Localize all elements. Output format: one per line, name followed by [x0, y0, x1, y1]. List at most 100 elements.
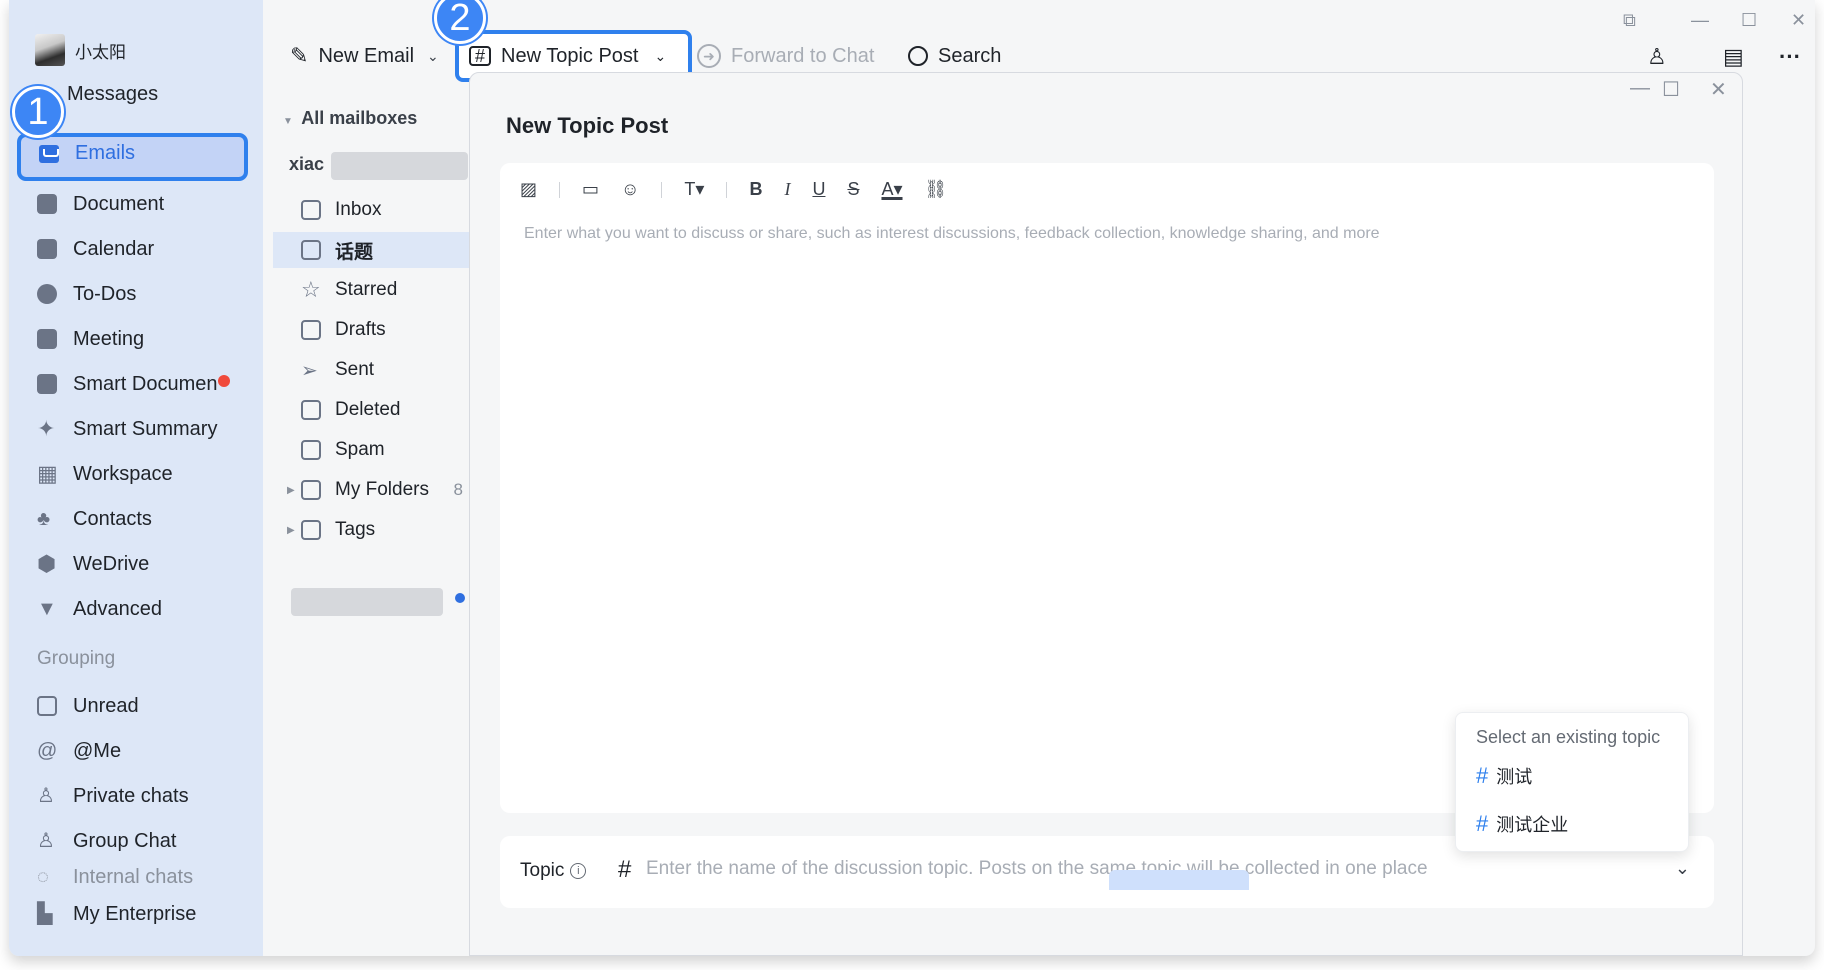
group-item-group-chat[interactable]: ♙ Group Chat	[37, 823, 176, 859]
text-size-icon[interactable]: T▾	[684, 179, 704, 200]
topic-label: Topic	[520, 860, 565, 881]
mailbox-tags[interactable]: ▶ Tags	[273, 512, 469, 548]
sidebar-item-smart-summary[interactable]: ✦ Smart Summary	[37, 411, 217, 447]
topic-option-label: 测试企业	[1496, 815, 1569, 835]
sidebar-item-wedrive[interactable]: ⬢ WeDrive	[37, 546, 149, 582]
group-item-private-chats[interactable]: ♙ Private chats	[37, 778, 189, 814]
attach-folder-icon[interactable]: ▭	[582, 179, 599, 200]
chevron-down-icon: ⌄	[654, 47, 667, 64]
star-icon: ☆	[301, 277, 321, 302]
sidebar-item-advanced[interactable]: ▼ Advanced	[37, 591, 162, 627]
mailbox-starred[interactable]: ☆ Starred	[273, 272, 469, 308]
sidebar-item-label: WeDrive	[73, 552, 150, 575]
mailbox-topics[interactable]: 话题	[273, 232, 469, 268]
sidebar-item-label: To-Dos	[73, 282, 137, 305]
sidebar-item-messages[interactable]: Messages	[67, 76, 158, 112]
mailbox-label: Starred	[335, 279, 398, 300]
sidebar-item-label: Meeting	[73, 327, 145, 350]
forward-to-chat-label: Forward to Chat	[731, 44, 875, 67]
maximize-window-icon[interactable]: ☐	[1741, 10, 1757, 31]
strikethrough-icon[interactable]: S	[847, 179, 859, 200]
sidebar-item-contacts[interactable]: ♣ Contacts	[37, 501, 152, 537]
sidebar: 小太阳 Messages Emails Document Calendar To…	[9, 0, 263, 956]
mailbox-drafts[interactable]: Drafts	[273, 312, 469, 348]
more-icon[interactable]: ···	[1779, 44, 1807, 70]
group-item-at-me[interactable]: @ @Me	[37, 733, 121, 769]
close-compose-icon[interactable]: ✕	[1710, 77, 1727, 102]
meeting-icon	[37, 329, 57, 349]
font-color-icon[interactable]: A▾	[881, 179, 902, 200]
group-item-label: @Me	[73, 739, 122, 762]
maximize-compose-icon[interactable]: ☐	[1662, 77, 1680, 102]
account-name[interactable]: xiac	[289, 154, 324, 175]
image-icon[interactable]: ▨	[520, 179, 537, 200]
format-toolbar: ▨ ▭ ☺ T▾ B I U S A▾ ⛓	[520, 179, 947, 200]
compose-title: New Topic Post	[506, 113, 669, 138]
person-icon: ♙	[37, 785, 55, 807]
new-email-button[interactable]: ✎ New Email	[290, 40, 414, 72]
sidebar-item-label: Workspace	[73, 462, 173, 485]
new-email-dropdown-chevron-icon[interactable]: ⌄	[427, 40, 439, 72]
sidebar-item-smart-document[interactable]: Smart Documen	[37, 366, 218, 402]
topic-hash-icon: #	[618, 856, 632, 883]
sidebar-item-meeting[interactable]: Meeting	[37, 321, 144, 357]
group-item-label: My Enterprise	[73, 902, 197, 925]
underline-icon[interactable]: U	[812, 179, 825, 200]
org-chart-icon: ♣	[37, 508, 51, 530]
redacted-account	[291, 588, 443, 616]
dropdown-header: Select an existing topic	[1476, 727, 1661, 747]
all-mailboxes-header[interactable]: ▼ All mailboxes	[283, 108, 417, 129]
mailbox-spam[interactable]: Spam	[273, 432, 469, 468]
sidebar-item-calendar[interactable]: Calendar	[37, 231, 154, 267]
sidebar-item-document[interactable]: Document	[37, 186, 164, 222]
forward-to-chat-button[interactable]: ➜ Forward to Chat	[697, 40, 874, 72]
layout-icon[interactable]: ▤	[1723, 44, 1751, 70]
close-window-icon[interactable]: ✕	[1791, 10, 1806, 31]
group-item-my-enterprise[interactable]: ▙ My Enterprise	[37, 896, 196, 932]
emoji-icon[interactable]: ☺	[621, 179, 639, 200]
link-icon[interactable]: ⛓	[925, 179, 948, 200]
sidebar-item-label: Document	[73, 192, 165, 215]
mailbox-label: Tags	[335, 519, 376, 540]
group-icon: ♙	[37, 830, 55, 852]
mailbox-label: Spam	[335, 439, 385, 460]
trash-icon	[301, 400, 321, 420]
sidebar-item-label: Contacts	[73, 507, 152, 530]
sidebar-item-label: Smart Documen	[73, 372, 218, 395]
sidebar-item-todos[interactable]: To-Dos	[37, 276, 136, 312]
minimize-compose-icon[interactable]: —	[1630, 77, 1650, 100]
expand-caret-icon: ▶	[287, 524, 295, 536]
internal-chat-icon: ◌	[37, 866, 49, 888]
italic-icon[interactable]: I	[784, 179, 790, 200]
mailbox-sent[interactable]: ➢ Sent	[273, 352, 469, 388]
avatar[interactable]	[35, 34, 65, 66]
restore-window-icon[interactable]: ⧉	[1623, 10, 1636, 31]
info-icon[interactable]: i	[570, 863, 587, 879]
mailbox-inbox[interactable]: Inbox	[273, 192, 469, 228]
grid-icon: ▦	[37, 461, 58, 486]
user-profile[interactable]: 小太阳	[35, 34, 126, 66]
separator	[661, 181, 663, 198]
post-button[interactable]	[1109, 870, 1249, 890]
search-button[interactable]: Search	[908, 40, 1001, 72]
topic-option[interactable]: # 测试	[1476, 763, 1532, 789]
group-item-unread[interactable]: Unread	[37, 688, 139, 724]
mailbox-deleted[interactable]: Deleted	[273, 392, 469, 428]
editor-placeholder: Enter what you want to discuss or share,…	[524, 225, 1380, 242]
sidebar-item-emails[interactable]: Emails	[39, 142, 135, 165]
tag-icon	[301, 520, 321, 540]
folder-icon	[301, 480, 321, 500]
chevron-down-icon[interactable]: ⌄	[1675, 858, 1690, 879]
group-item-label: Unread	[73, 694, 139, 717]
group-item-internal-chats[interactable]: ◌ Internal chats	[37, 866, 193, 888]
hash-icon	[301, 240, 321, 260]
bold-icon[interactable]: B	[749, 179, 762, 200]
new-topic-post-button[interactable]: # New Topic Post ⌄	[469, 40, 666, 72]
sidebar-item-workspace[interactable]: ▦ Workspace	[37, 456, 173, 492]
topic-option[interactable]: # 测试企业	[1476, 811, 1568, 837]
contact-settings-icon[interactable]: ♙	[1647, 44, 1675, 70]
mailbox-my-folders[interactable]: ▶ My Folders 8	[273, 472, 469, 508]
minimize-window-icon[interactable]: —	[1691, 10, 1709, 31]
group-item-label: Group Chat	[73, 829, 177, 852]
expand-caret-icon: ▶	[287, 484, 295, 496]
